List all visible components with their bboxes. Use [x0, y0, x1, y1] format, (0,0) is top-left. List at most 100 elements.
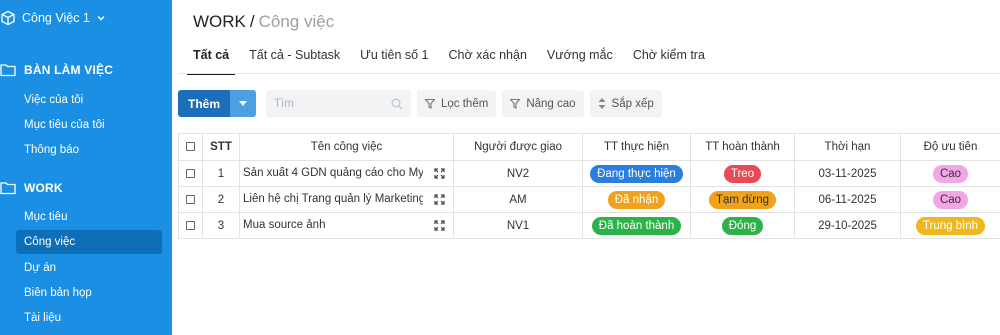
- expand-icon[interactable]: [434, 168, 445, 179]
- row-assignee: AM: [453, 186, 583, 213]
- status-badge[interactable]: Đang thực hiện: [590, 164, 683, 183]
- sidebar-item-viec-cua-toi[interactable]: Việc của tôi: [16, 88, 162, 112]
- row-deadline: 03-11-2025: [794, 160, 901, 187]
- cube-icon: [1, 10, 15, 26]
- sidebar-item-label: Dự án: [24, 262, 56, 274]
- row-stt: 3: [202, 212, 240, 239]
- row-checkbox[interactable]: [186, 194, 195, 204]
- page-subtitle: Công việc: [258, 12, 335, 31]
- status-badge[interactable]: Treo: [723, 164, 762, 183]
- expand-icon[interactable]: [434, 220, 445, 231]
- sidebar-item-cong-viec[interactable]: Công việc: [16, 230, 162, 254]
- sort-button[interactable]: Sắp xếp: [589, 90, 662, 117]
- tab-uu-tien-so-1[interactable]: Ưu tiên số 1: [360, 48, 428, 74]
- table-row[interactable]: 1 Sản xuất 4 GDN quảng cáo cho Myeer NV2…: [178, 160, 1000, 187]
- task-name-link[interactable]: Sản xuất 4 GDN quảng cáo cho Myeer: [243, 167, 423, 179]
- section-ban-lam-viec[interactable]: BÀN LÀM VIỆC: [0, 63, 113, 77]
- col-header-task-name[interactable]: Tên công việc: [239, 133, 454, 161]
- row-checkbox[interactable]: [186, 220, 195, 230]
- sidebar-item-label: Thông báo: [24, 144, 79, 156]
- row-done-status-cell: Tạm dừng: [690, 186, 795, 213]
- row-done-status-cell: Treo: [690, 160, 795, 187]
- row-stt: 2: [202, 186, 240, 213]
- row-priority-cell: Cao: [900, 160, 1000, 187]
- priority-badge[interactable]: Cao: [932, 190, 969, 209]
- search-icon: [391, 98, 403, 109]
- sidebar-item-label: Việc của tôi: [24, 94, 84, 106]
- row-task-name-cell: Liên hệ chị Trang quản lý Marketing để: [239, 186, 454, 213]
- row-exec-status-cell: Đang thực hiện: [582, 160, 691, 187]
- search-placeholder: Tìm: [274, 97, 294, 110]
- breadcrumb-separator: /: [249, 12, 255, 31]
- status-badge[interactable]: Đã hoàn thành: [591, 216, 682, 235]
- task-table: STT Tên công việc Người được giao TT thự…: [178, 133, 1000, 239]
- sidebar-item-muc-tieu[interactable]: Mục tiêu: [16, 205, 162, 229]
- row-select-cell: [178, 160, 203, 187]
- row-select-cell: [178, 186, 203, 213]
- row-deadline: 29-10-2025: [794, 212, 901, 239]
- add-button[interactable]: Thêm: [178, 90, 230, 117]
- filter-button[interactable]: Lọc thêm: [417, 90, 497, 117]
- row-assignee: NV1: [453, 212, 583, 239]
- folder-icon: [0, 64, 16, 77]
- sidebar-item-bien-ban-hop[interactable]: Biên bản họp: [16, 281, 162, 305]
- filter-label: Lọc thêm: [441, 97, 489, 110]
- tab-cho-kiem-tra[interactable]: Chờ kiểm tra: [633, 48, 705, 74]
- tab-vuong-mac[interactable]: Vướng mắc: [547, 48, 613, 74]
- add-dropdown-button[interactable]: [230, 90, 256, 117]
- section-work[interactable]: WORK: [0, 181, 63, 195]
- priority-badge[interactable]: Cao: [932, 164, 969, 183]
- add-button-group: Thêm: [178, 90, 256, 117]
- status-badge[interactable]: Tạm dừng: [708, 190, 777, 209]
- table-row[interactable]: 3 Mua source ảnh NV1 Đã hoàn thành Đóng …: [178, 212, 1000, 239]
- advanced-filter-button[interactable]: Nâng cao: [502, 90, 584, 117]
- chevron-down-icon: [97, 16, 105, 21]
- row-checkbox[interactable]: [186, 168, 195, 178]
- page-title: WORK: [193, 12, 246, 31]
- advanced-label: Nâng cao: [526, 97, 576, 110]
- task-name-link[interactable]: Mua source ảnh: [243, 219, 423, 231]
- status-badge[interactable]: Đóng: [721, 216, 764, 235]
- sidebar-item-muc-tieu-cua-toi[interactable]: Mục tiêu của tôi: [16, 113, 162, 137]
- row-task-name-cell: Sản xuất 4 GDN quảng cáo cho Myeer: [239, 160, 454, 187]
- row-priority-cell: Cao: [900, 186, 1000, 213]
- col-header-priority[interactable]: Độ ưu tiên: [900, 133, 1000, 161]
- priority-badge[interactable]: Trung bình: [915, 216, 986, 235]
- expand-icon[interactable]: [434, 194, 445, 205]
- filter-icon: [510, 98, 521, 109]
- row-exec-status-cell: Đã hoàn thành: [582, 212, 691, 239]
- task-name-link[interactable]: Liên hệ chị Trang quản lý Marketing để: [243, 193, 423, 205]
- status-badge[interactable]: Đã nhận: [607, 190, 666, 209]
- sidebar-item-thong-bao[interactable]: Thông báo: [16, 138, 162, 162]
- workspace-name: Công Việc 1: [22, 11, 90, 25]
- sort-label: Sắp xếp: [611, 97, 654, 110]
- tab-tat-ca[interactable]: Tất cả: [186, 48, 236, 75]
- col-header-stt[interactable]: STT: [202, 133, 240, 161]
- tab-tat-ca-subtask[interactable]: Tất cả - Subtask: [249, 48, 340, 74]
- search-input[interactable]: Tìm: [266, 90, 411, 117]
- row-deadline: 06-11-2025: [794, 186, 901, 213]
- tab-bar: Tất cả Tất cả - Subtask Ưu tiên số 1 Chờ…: [186, 48, 725, 75]
- col-header-deadline[interactable]: Thời hạn: [794, 133, 901, 161]
- section-label: WORK: [24, 181, 63, 195]
- sidebar-item-label: Mục tiêu: [24, 211, 68, 223]
- sidebar-item-label: Tài liệu: [24, 312, 62, 324]
- col-header-assignee[interactable]: Người được giao: [453, 133, 583, 161]
- row-select-cell: [178, 212, 203, 239]
- sidebar-item-label: Mục tiêu của tôi: [24, 119, 105, 131]
- col-header-exec-status[interactable]: TT thực hiện: [582, 133, 691, 161]
- sidebar-item-tai-lieu[interactable]: Tài liệu: [16, 306, 162, 330]
- table-row[interactable]: 2 Liên hệ chị Trang quản lý Marketing để…: [178, 186, 1000, 213]
- tab-cho-xac-nhan[interactable]: Chờ xác nhận: [449, 48, 527, 74]
- select-all-checkbox[interactable]: [186, 142, 195, 152]
- workspace-switcher[interactable]: Công Việc 1: [0, 8, 106, 28]
- row-priority-cell: Trung bình: [900, 212, 1000, 239]
- tab-divider: [178, 73, 1000, 74]
- select-all-cell: [178, 133, 203, 161]
- row-stt: 1: [202, 160, 240, 187]
- filter-icon: [425, 98, 435, 109]
- col-header-done-status[interactable]: TT hoàn thành: [690, 133, 795, 161]
- table-header-row: STT Tên công việc Người được giao TT thự…: [178, 133, 1000, 161]
- sidebar-item-du-an[interactable]: Dự án: [16, 256, 162, 280]
- row-assignee: NV2: [453, 160, 583, 187]
